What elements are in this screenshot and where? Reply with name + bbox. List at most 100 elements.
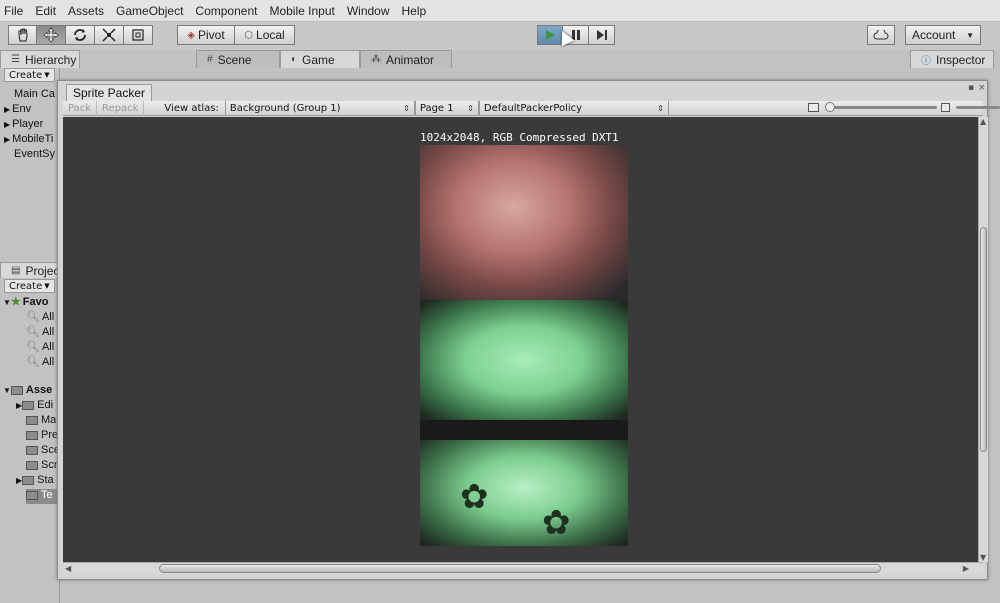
favorite-item[interactable]: 🔍︎ All [26,340,54,355]
folder-item-selected[interactable]: Te [26,489,60,504]
scene-tab-row: # Scene ◐ Game ⁂ Animator [196,50,452,68]
hierarchy-item[interactable]: Main Ca [14,88,55,103]
favorites-header[interactable]: ▼★ Favo [3,295,48,310]
favorite-item-label: All [41,311,55,323]
tab-animator-label: Animator [386,52,435,67]
hierarchy-item[interactable]: ▶ MobileTi [4,133,53,148]
folder-item[interactable]: Scr [26,459,58,474]
rotate-tool-icon[interactable] [66,25,95,45]
favorite-item-label: All [41,356,55,368]
horizontal-scrollbar[interactable]: ◀ ▶ [63,562,983,574]
folder-item[interactable]: Ma [26,414,56,429]
favorite-item[interactable]: 🔍︎ All [26,325,54,340]
vertical-scroll-thumb[interactable] [980,227,987,452]
hierarchy-create-button[interactable]: Create ▼ [4,68,55,82]
menu-assets[interactable]: Assets [68,4,104,18]
scroll-up-icon[interactable]: ▲ [980,117,986,126]
policy-select[interactable]: DefaultPackerPolicy ⇕ [478,100,669,116]
menu-edit[interactable]: Edit [35,4,56,18]
repack-button[interactable]: Repack [97,100,145,116]
search-icon: 🔍︎ [26,326,40,338]
expand-arrow-icon[interactable]: ▶ [4,105,10,114]
pivot-button[interactable]: ◈ Pivot [177,25,235,45]
hierarchy-item[interactable]: ▶ Player [4,118,43,133]
page-select-value: Page 1 [419,102,454,114]
close-icon[interactable]: × [978,83,986,93]
mip-slider[interactable] [956,106,1000,109]
tab-scene[interactable]: # Scene [196,50,280,68]
menu-help[interactable]: Help [402,4,427,18]
scale-tool-icon[interactable] [95,25,124,45]
menu-gameobject[interactable]: GameObject [116,4,183,18]
search-icon: 🔍︎ [26,341,40,353]
right-toolbar [867,25,895,45]
leaf-icon: ✿ [460,477,489,517]
folder-item[interactable]: Pre [26,429,58,444]
hierarchy-item-label: Player [12,118,44,130]
background-sprite-green-leaves: ✿ ✿ [420,440,628,546]
expand-arrow-icon[interactable]: ▼ [3,386,11,395]
menu-mobile-input[interactable]: Mobile Input [269,4,334,18]
hierarchy-item[interactable]: EventSy [14,148,55,163]
maximize-icon[interactable]: ▪ [968,83,974,93]
move-tool-icon[interactable] [37,25,66,45]
tab-game[interactable]: ◐ Game [280,50,360,68]
hierarchy-item-label: MobileTi [12,133,54,145]
zoom-slider-knob[interactable] [825,102,835,112]
project-create-label: Create [9,280,43,292]
folder-icon [26,415,38,425]
scroll-right-icon[interactable]: ▶ [963,564,969,573]
tab-inspector[interactable]: ⓘ Inspector [910,50,994,68]
local-button[interactable]: ⬡ Local [235,25,295,45]
atlas-info-label: 1024x2048, RGB Compressed DXT1 [420,131,619,144]
pivot-label: Pivot [198,28,225,42]
tab-animator[interactable]: ⁂ Animator [360,50,452,68]
page-select[interactable]: Page 1 ⇕ [414,100,479,116]
horizontal-scroll-thumb[interactable] [159,564,881,573]
assets-header[interactable]: ▼ Asse [3,384,52,399]
rect-tool-icon[interactable] [124,25,153,45]
pivot-toggles: ◈ Pivot ⬡ Local [177,25,295,45]
hierarchy-item[interactable]: ▶ Env [4,103,31,118]
folder-icon [22,475,35,485]
scroll-left-icon[interactable]: ◀ [65,564,71,573]
atlas-gap [420,420,628,440]
tab-project[interactable]: ▤ Project [0,262,63,278]
account-dropdown[interactable]: Account ▼ [905,25,981,45]
assets-label: Asse [25,384,53,396]
atlas-viewport[interactable]: 1024x2048, RGB Compressed DXT1 ✿ ✿ [63,117,978,562]
frame-icon[interactable] [808,103,819,112]
menu-bar: File Edit Assets GameObject Component Mo… [0,0,1000,22]
favorite-item[interactable]: 🔍︎ All [26,355,54,370]
folder-item[interactable]: Sce [26,444,60,459]
atlas-select[interactable]: Background (Group 1) ⇕ [224,100,415,116]
chevron-down-icon: ▼ [966,30,974,40]
folder-icon [26,430,38,440]
folder-item[interactable]: ▶ Edi [16,399,53,414]
scroll-down-icon[interactable]: ▼ [980,553,986,562]
project-icon: ▤ [11,265,21,276]
tab-hierarchy[interactable]: ☰ Hierarchy [0,50,80,68]
project-create-button[interactable]: Create ▼ [4,279,55,293]
cloud-icon[interactable] [867,25,895,45]
zoom-slider[interactable] [825,102,937,112]
main-toolbar: ◈ Pivot ⬡ Local Account ▼ [0,22,1000,50]
step-icon[interactable] [589,25,615,45]
favorite-item[interactable]: 🔍︎ All [26,310,54,325]
expand-arrow-icon[interactable]: ▼ [3,298,11,307]
search-icon: 🔍︎ [26,356,40,368]
menu-window[interactable]: Window [347,4,390,18]
menu-file[interactable]: File [4,4,23,18]
folder-item[interactable]: ▶ Sta [16,474,54,489]
vertical-scrollbar[interactable]: ▲ ▼ [978,117,988,562]
folder-icon [26,445,38,455]
menu-component[interactable]: Component [195,4,257,18]
hand-tool-icon[interactable] [8,25,37,45]
zoom-control [808,102,1000,112]
expand-arrow-icon[interactable]: ▶ [4,135,10,144]
expand-arrow-icon[interactable]: ▶ [4,120,10,129]
tab-sprite-packer[interactable]: Sprite Packer [66,84,153,101]
pack-button[interactable]: Pack [63,100,97,116]
left-panel: Create ▼ Main Ca ▶ Env ▶ Player ▶ MobileTi … [0,68,63,603]
sprite-packer-titlebar: Sprite Packer ▪ × [58,81,987,101]
